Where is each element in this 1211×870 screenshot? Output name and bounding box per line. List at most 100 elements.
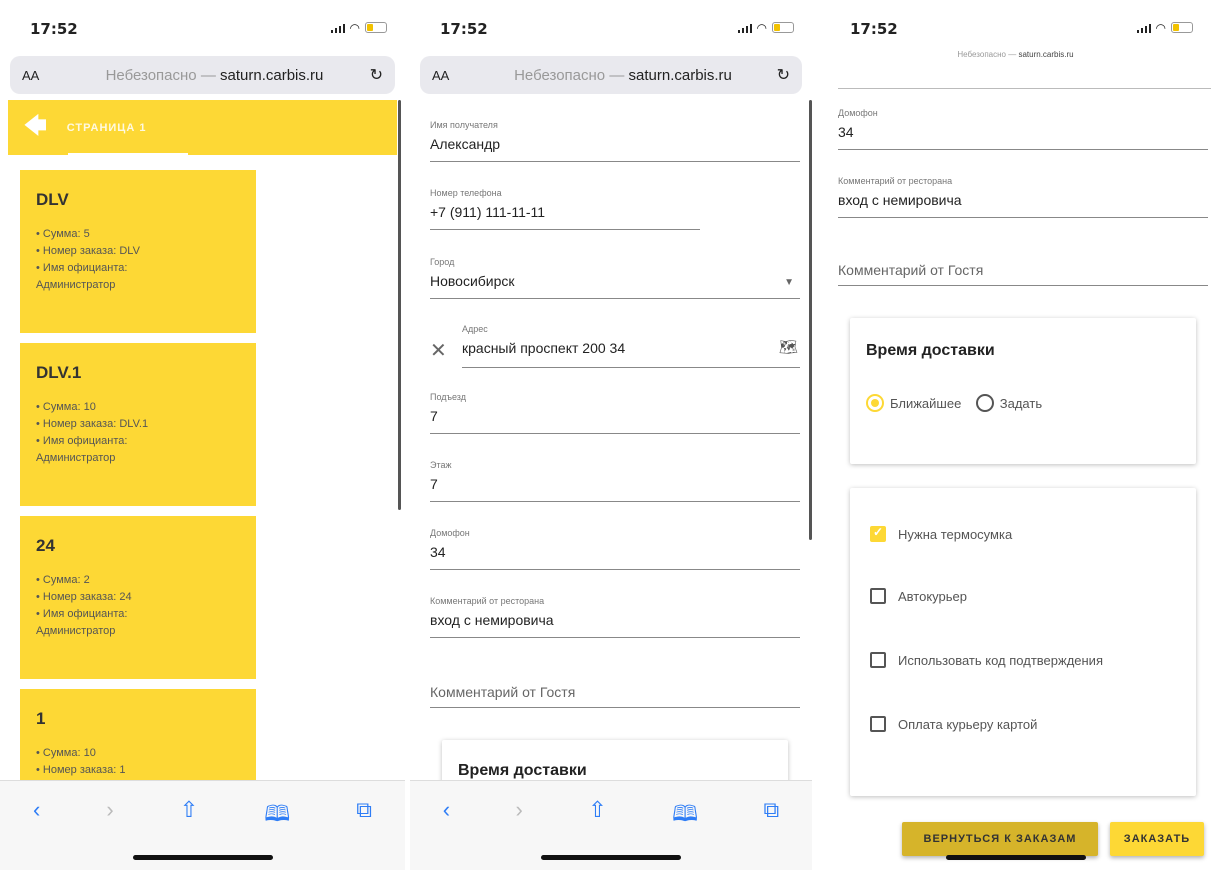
wifi-icon: ◠ <box>756 20 767 35</box>
forward-chevron-icon[interactable]: › <box>515 797 522 835</box>
field-label: Домофон <box>838 108 878 118</box>
reload-icon[interactable]: ↻ <box>777 65 790 85</box>
recipient-field[interactable]: Имя получателя Александр <box>430 120 800 162</box>
field-label: Комментарий от ресторана <box>838 176 953 186</box>
checkbox-label[interactable]: Нужна термосумка <box>898 527 1012 542</box>
order-button[interactable]: ЗАКАЗАТЬ <box>1110 822 1204 856</box>
phone-field[interactable]: Номер телефона +7 (911) 111-11-11 <box>430 188 700 230</box>
map-search-icon[interactable]: 🗺 <box>779 338 798 356</box>
browser-toolbar: ‹ › ⇧ 🕮 ⧉ <box>0 780 405 870</box>
order-number: Номер заказа: DLV <box>36 243 240 260</box>
bookmarks-icon[interactable]: 🕮 <box>672 797 698 835</box>
reader-aa-button[interactable]: AA <box>22 68 39 83</box>
address-bar[interactable]: AA Небезопасно — saturn.carbis.ru ↻ <box>420 56 802 94</box>
field-value[interactable]: Александр <box>430 136 500 152</box>
radio-set-label[interactable]: Задать <box>1000 396 1042 411</box>
back-to-orders-button[interactable]: ВЕРНУТЬСЯ К ЗАКАЗАМ <box>902 822 1098 856</box>
radio-nearest-label[interactable]: Ближайшее <box>890 396 961 411</box>
address-field[interactable]: Адрес красный проспект 200 34 🗺 <box>462 324 800 368</box>
field-value[interactable]: вход с немировича <box>838 192 962 208</box>
home-indicator <box>945 855 1086 860</box>
status-time: 17:52 <box>850 20 898 38</box>
entrance-field[interactable]: Подъезд 7 <box>430 392 800 434</box>
status-bar: 17:52 ◠ <box>0 0 405 52</box>
url-text[interactable]: Небезопасно — saturn.carbis.ru <box>469 67 776 84</box>
checkbox[interactable] <box>870 652 886 668</box>
field-label: Город <box>430 257 455 267</box>
reload-icon[interactable]: ↻ <box>370 65 383 85</box>
delivery-time-title: Время доставки <box>866 342 995 359</box>
order-card-title: DLV <box>36 190 69 209</box>
field-label: Этаж <box>430 460 452 470</box>
dropdown-arrow-icon[interactable]: ▼ <box>784 277 794 288</box>
field-value[interactable]: 7 <box>430 408 438 424</box>
card-payment-checkbox[interactable]: Оплата курьеру картой <box>870 716 1037 732</box>
checkbox-label[interactable]: Автокурьер <box>898 589 967 604</box>
order-card[interactable]: DLV Сумма: 5 Номер заказа: DLV Имя офици… <box>20 170 256 333</box>
radio-nearest[interactable] <box>866 394 884 412</box>
checkbox-label[interactable]: Использовать код подтверждения <box>898 653 1103 668</box>
checkbox[interactable] <box>870 588 886 604</box>
auto-courier-checkbox[interactable]: Автокурьер <box>870 588 967 604</box>
intercom-field[interactable]: Домофон 34 <box>838 108 1208 150</box>
order-card[interactable]: DLV.1 Сумма: 10 Номер заказа: DLV.1 Имя … <box>20 343 256 506</box>
page-title: СТРАНИЦА 1 <box>66 121 147 134</box>
order-card-title: DLV.1 <box>36 363 82 382</box>
status-icons: ◠ <box>330 20 387 35</box>
guest-comment-field[interactable]: Комментарий от Гостя <box>838 254 1208 286</box>
battery-icon <box>365 22 387 33</box>
tabs-icon[interactable]: ⧉ <box>356 797 372 835</box>
use-code-checkbox[interactable]: Использовать код подтверждения <box>870 652 1103 668</box>
guest-comment-field[interactable]: Комментарий от Гостя <box>430 676 800 708</box>
checkbox[interactable] <box>870 716 886 732</box>
field-value[interactable]: 34 <box>838 124 854 140</box>
app-toolbar: 🡄 СТРАНИЦА 1 <box>8 100 397 155</box>
city-select[interactable]: Город Новосибирск ▼ <box>430 257 800 299</box>
bookmarks-icon[interactable]: 🕮 <box>264 797 290 835</box>
status-bar: 17:52 ◠ <box>820 0 1211 52</box>
scrollbar[interactable] <box>398 100 401 510</box>
reader-aa-button[interactable]: AA <box>432 68 449 83</box>
back-chevron-icon[interactable]: ‹ <box>33 797 40 835</box>
back-chevron-icon[interactable]: ‹ <box>443 797 450 835</box>
wifi-icon: ◠ <box>349 20 360 35</box>
order-waiter-name: Администратор <box>36 625 116 637</box>
signal-icon <box>330 23 345 33</box>
url-text[interactable]: Небезопасно — saturn.carbis.ru <box>59 67 369 84</box>
share-icon[interactable]: ⇧ <box>180 797 198 835</box>
intercom-field[interactable]: Домофон 34 <box>430 528 800 570</box>
order-cards: DLV Сумма: 5 Номер заказа: DLV Имя офици… <box>20 170 256 862</box>
scrollbar[interactable] <box>809 100 812 540</box>
order-card[interactable]: 24 Сумма: 2 Номер заказа: 24 Имя официан… <box>20 516 256 679</box>
compact-url[interactable]: Небезопасно — saturn.carbis.ru <box>820 50 1211 59</box>
home-indicator <box>132 855 273 860</box>
radio-set-time[interactable] <box>975 394 994 412</box>
field-value[interactable]: 7 <box>430 476 438 492</box>
restaurant-comment-field[interactable]: Комментарий от ресторана вход с немирови… <box>838 176 1208 218</box>
field-value[interactable]: Новосибирск <box>430 273 515 289</box>
tabs-icon[interactable]: ⧉ <box>764 797 780 835</box>
thermo-bag-checkbox[interactable]: Нужна термосумка <box>870 525 1012 542</box>
field-value[interactable]: красный проспект 200 34 <box>462 340 625 356</box>
order-sum: Сумма: 10 <box>36 745 240 762</box>
order-waiter: Имя официанта: <box>36 433 240 450</box>
checkbox-checked[interactable] <box>870 525 886 542</box>
address-bar[interactable]: AA Небезопасно — saturn.carbis.ru ↻ <box>10 56 395 94</box>
floor-field[interactable]: Этаж 7 <box>430 460 800 502</box>
status-time: 17:52 <box>30 20 78 38</box>
share-icon[interactable]: ⇧ <box>588 797 606 835</box>
checkbox-label[interactable]: Оплата курьеру картой <box>898 717 1037 732</box>
restaurant-comment-field[interactable]: Комментарий от ресторана вход с немирови… <box>430 596 800 638</box>
forward-chevron-icon[interactable]: › <box>106 797 113 835</box>
order-card-title: 24 <box>36 536 55 555</box>
field-placeholder[interactable]: Комментарий от Гостя <box>430 684 575 700</box>
field-placeholder[interactable]: Комментарий от Гостя <box>838 262 983 278</box>
field-label: Подъезд <box>430 392 466 402</box>
field-value[interactable]: 34 <box>430 544 446 560</box>
clear-icon[interactable]: ✕ <box>430 338 447 363</box>
screen-orders-list: 17:52 ◠ AA Небезопасно — saturn.carbis.r… <box>0 0 405 870</box>
status-time: 17:52 <box>440 20 488 38</box>
field-value[interactable]: +7 (911) 111-11-11 <box>430 204 545 220</box>
back-arrow-icon[interactable]: 🡄 <box>24 109 47 147</box>
field-value[interactable]: вход с немировича <box>430 612 554 628</box>
